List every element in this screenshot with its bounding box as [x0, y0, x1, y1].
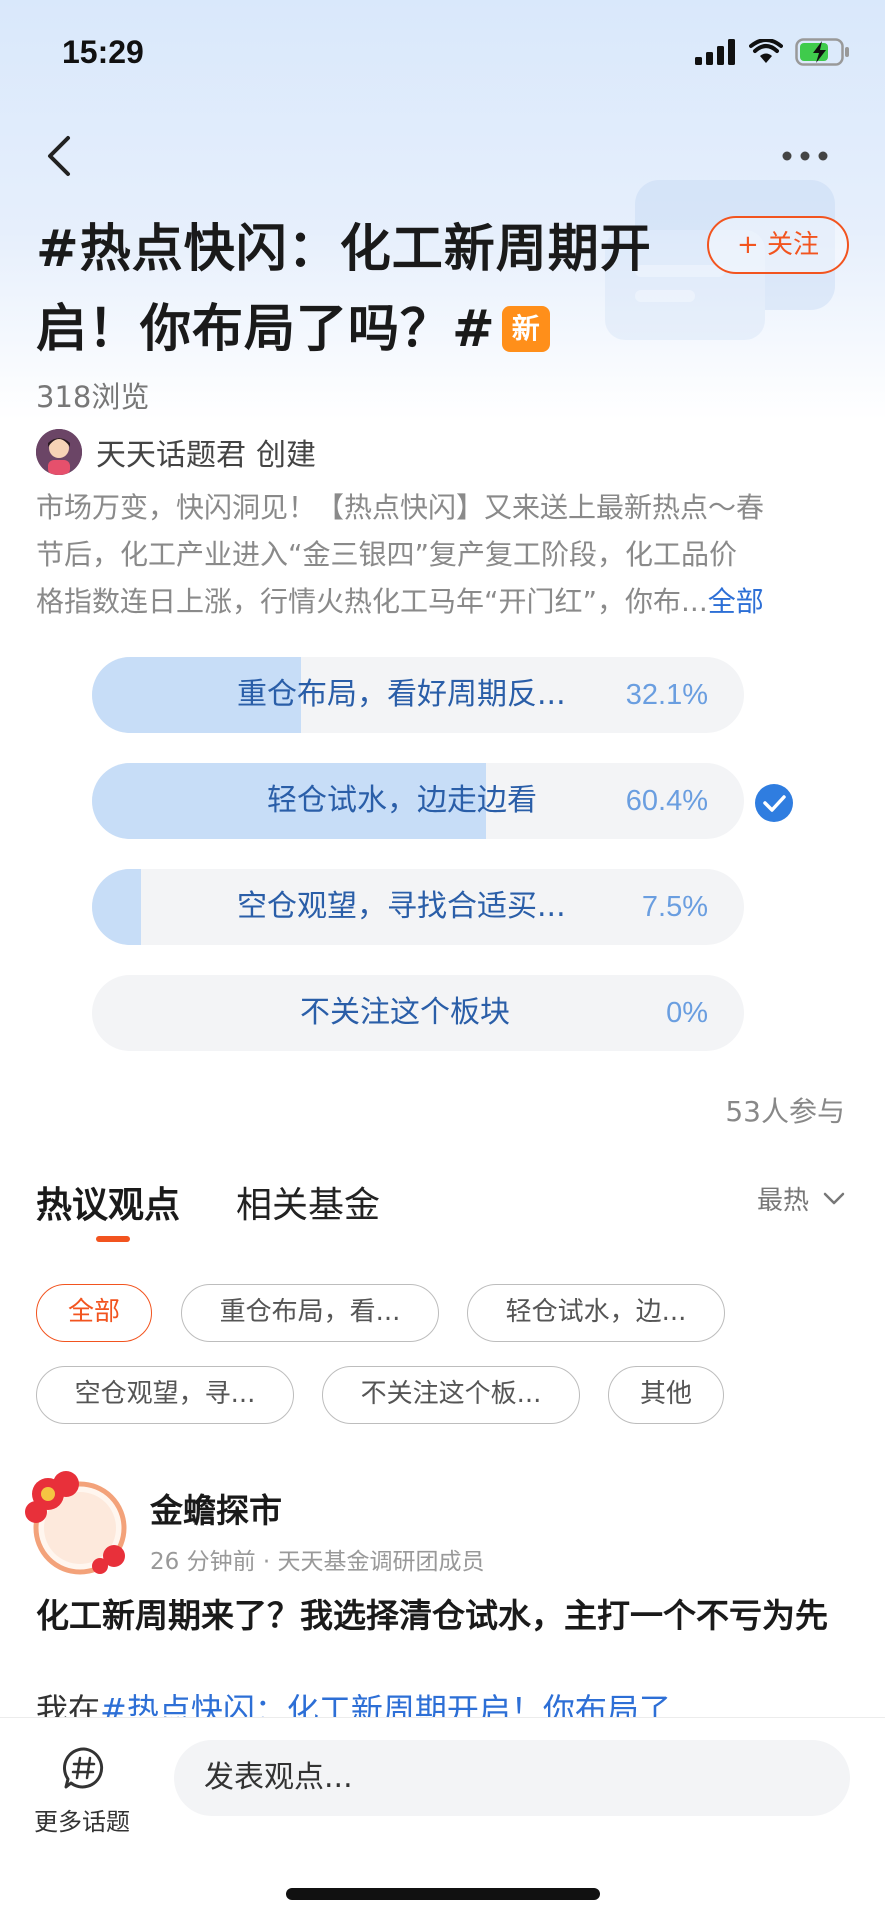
post-opinion-input[interactable]: 发表观点...: [174, 1740, 850, 1816]
poll-selected-check-icon: [755, 784, 793, 822]
topic-description: 市场万变，快闪洞见！【热点快闪】又来送上最新热点～春 节后，化工产业进入“金三银…: [36, 484, 856, 625]
topic-title-line-2-text: 启！你布局了吗？#: [36, 300, 496, 359]
filter-chip-light[interactable]: 轻仓试水，边...: [467, 1284, 725, 1342]
status-time: 15:29: [62, 34, 144, 70]
poll-option-4[interactable]: 不关注这个板块 0%: [92, 975, 744, 1051]
poll-option-3-percent: 7.5%: [641, 891, 708, 923]
filter-chip-other[interactable]: 其他: [608, 1366, 724, 1424]
creator-avatar[interactable]: [36, 429, 82, 475]
poll-option-2-percent: 60.4%: [625, 785, 708, 817]
poll-option-2-label: 轻仓试水，边走边看: [267, 783, 537, 818]
description-line-1: 市场万变，快闪洞见！【热点快闪】又来送上最新热点～春: [36, 491, 765, 524]
filter-chip-all[interactable]: 全部: [36, 1284, 152, 1342]
topic-title-line-1: #热点快闪：化工新周期开: [36, 220, 652, 279]
description-line-2: 节后，化工产业进入“金三银四”复产复工阶段，化工品价: [36, 538, 738, 571]
signal-icon: [695, 39, 735, 65]
hashtag-bubble-icon[interactable]: [62, 1746, 106, 1790]
new-badge: 新: [501, 306, 550, 352]
topic-title-line-2: 启！你布局了吗？# 新: [36, 290, 696, 370]
poll-option-4-label: 不关注这个板块: [300, 995, 510, 1030]
back-chevron-icon[interactable]: [40, 132, 80, 180]
topic-title: #热点快闪：化工新周期开 启！你布局了吗？# 新: [36, 210, 696, 370]
sort-dropdown[interactable]: 最热: [757, 1180, 845, 1217]
poll-option-1-label: 重仓布局，看好周期反...: [237, 677, 566, 712]
creator-suffix: 创建: [256, 438, 316, 473]
poll-option-4-percent: 0%: [666, 997, 708, 1029]
poll-option-3-label: 空仓观望，寻找合适买...: [237, 889, 566, 924]
wifi-icon: [749, 39, 783, 63]
follow-button[interactable]: + 关注: [707, 216, 849, 274]
sort-label: 最热: [756, 1186, 809, 1216]
poll-option-1[interactable]: 重仓布局，看好周期反... 32.1%: [92, 657, 744, 733]
post-meta: 26 分钟前 · 天天基金调研团成员: [150, 1549, 485, 1575]
filter-chip-ignore[interactable]: 不关注这个板...: [322, 1366, 580, 1424]
description-expand-link[interactable]: 全部: [708, 585, 764, 618]
home-indicator: [286, 1888, 600, 1900]
poll-option-3-bar: [92, 869, 141, 945]
creator-avatar-image: [36, 429, 82, 475]
creator-row[interactable]: 天天话题君 创建: [36, 428, 316, 476]
poll-participants: 53人参与: [725, 1095, 845, 1128]
poll-option-2[interactable]: 轻仓试水，边走边看 60.4%: [92, 763, 744, 839]
post-author-name[interactable]: 金蟾探市: [150, 1484, 282, 1532]
filter-chip-heavy[interactable]: 重仓布局，看...: [181, 1284, 439, 1342]
post-topic-tag[interactable]: #热点快闪：化工新周期开启！你布局了: [100, 1691, 671, 1718]
poll-option-3[interactable]: 空仓观望，寻找合适买... 7.5%: [92, 869, 744, 945]
status-icons: [695, 38, 851, 66]
status-bar: 15:29: [0, 0, 885, 110]
tab-hot-opinions[interactable]: 热议观点: [36, 1176, 180, 1228]
post-body-prefix: 我在: [36, 1691, 101, 1718]
bottom-bar: 更多话题 发表观点...: [0, 1717, 885, 1916]
filter-chip-empty[interactable]: 空仓观望，寻...: [36, 1366, 294, 1424]
post-author-avatar[interactable]: [22, 1470, 132, 1580]
post-title[interactable]: 化工新周期来了？我选择清仓试水，主打一个不亏为先: [36, 1594, 856, 1638]
active-tab-indicator: [96, 1236, 130, 1242]
description-line-3-text: 格指数连日上涨，行情火热化工马年“开门红”，你布...: [36, 585, 708, 618]
tab-related-funds[interactable]: 相关基金: [236, 1176, 380, 1228]
battery-charging-icon: [795, 38, 849, 66]
creator-name[interactable]: 天天话题君: [96, 430, 246, 474]
more-dots-icon[interactable]: [779, 144, 831, 168]
more-topics-label[interactable]: 更多话题: [34, 1802, 130, 1837]
view-count: 318浏览: [36, 380, 150, 414]
description-line-3: 格指数连日上涨，行情火热化工马年“开门红”，你布...全部: [36, 578, 856, 625]
chevron-down-icon: [823, 1192, 845, 1204]
post-body: 我在#热点快闪：化工新周期开启！你布局了: [36, 1688, 866, 1718]
poll-option-1-percent: 32.1%: [625, 679, 708, 711]
